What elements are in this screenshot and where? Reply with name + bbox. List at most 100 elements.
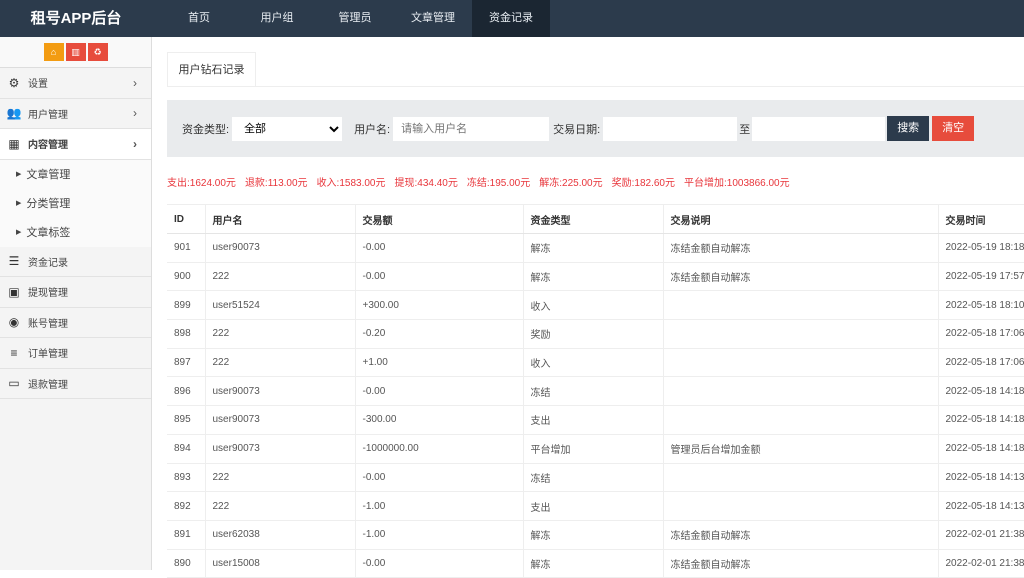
fund-type-select[interactable]: 全部 [232,116,343,141]
sidebar-item[interactable]: ⚙ 设置 › [0,68,151,99]
table-cell: -0.20 [354,319,523,349]
sidebar-item[interactable]: ▦ 内容管理 › [0,129,151,160]
column-header: 用户名 [204,204,355,234]
monitor-icon: ▭ [8,376,20,391]
caret-right-icon: ▶ [16,229,22,236]
list-icon: ☰ [8,254,20,269]
table-row: 894 user90073 -1000000.00 平台增加 管理员后台增加金额 2022… [167,434,1024,464]
table-cell [662,348,938,378]
date-end-input[interactable] [752,116,886,141]
table-cell: user62038 [204,520,355,550]
table-cell: 冻结金额自动解冻 [662,549,938,578]
sidebar-subitem[interactable]: ▶ 分类管理 [0,188,151,218]
table-cell: -1.00 [354,520,523,550]
table-row: 898 222 -0.20 奖励 2022-05-18 17:06 [167,319,1024,349]
nav-item[interactable]: 首页 [160,0,238,37]
clear-button[interactable]: 清空 [932,116,975,141]
summary-item: 奖励:182.60元 [611,178,675,189]
table-cell: -0.00 [354,549,523,578]
table-cell: 894 [167,434,205,464]
summary-item: 收入:1583.00元 [316,178,386,189]
top-bar: 租号APP后台 首页 用户组 管理员 文章管理 资金记录 [0,0,1024,37]
table-cell: 冻结 [522,376,663,407]
tab-user-diamond-records[interactable]: 用户钻石记录 [167,52,256,86]
sidebar-item[interactable]: ▭ 退款管理 [0,369,151,399]
table-cell: 899 [167,290,205,321]
table-cell: 解冻 [522,549,663,578]
table-cell: 管理员后台增加金额 [662,434,938,464]
table-row: 897 222 +1.00 收入 2022-05-18 17:06 [167,348,1024,378]
money-icon: ▣ [8,284,20,299]
table-cell: 支出 [522,491,663,521]
sidebar-item-label: 用户管理 [28,109,68,121]
table-cell: 896 [167,376,205,407]
sidebar-subitem[interactable]: ▶ 文章管理 [0,159,151,189]
nav-item[interactable]: 管理员 [316,0,394,37]
summary-item: 支出:1624.00元 [167,178,236,189]
table-row: 891 user62038 -1.00 解冻 冻结金额自动解冻 2022-02-01 21… [167,520,1024,550]
table-cell: 895 [167,405,205,435]
recycle-button[interactable]: ♻ [87,43,108,61]
table-cell: 222 [204,262,355,292]
records-table: ID 用户名 交易额 资金类型 交易说明 交易时间 901 user90073 -0.00 解冻… [167,204,1024,578]
column-header: 交易时间 [937,204,1024,234]
gamepad-icon: ◉ [8,315,20,330]
sidebar-subitem[interactable]: ▶ 文章标签 [0,217,151,247]
table-cell: 收入 [522,348,663,378]
chevron-right-icon: › [133,136,137,151]
table-cell: 891 [167,520,205,550]
table-cell: 冻结金额自动解冻 [662,233,938,263]
quick-buttons: ⌂ ▥ ♻ [0,37,151,68]
fund-summary: 支出:1624.00元 退款:113.00元 收入:1583.00元 提现:434.4… [167,174,799,189]
table-cell [662,376,938,407]
home-button[interactable]: ⌂ [43,43,64,61]
table-cell [662,491,938,521]
table-cell [662,405,938,435]
sidebar-item[interactable]: ◉ 账号管理 [0,308,151,338]
table-cell: 2022-05-18 18:10 [937,290,1024,321]
sidebar-item-label: 设置 [28,79,48,91]
table-cell: 890 [167,549,205,578]
sidebar-subitem-label: 分类管理 [26,198,71,210]
table-cell: user51524 [204,290,355,321]
search-button[interactable]: 搜索 [887,116,930,141]
table-cell: -0.00 [354,463,523,493]
sidebar-item[interactable]: ☰ 资金记录 [0,247,151,277]
table-cell: user90073 [204,434,355,464]
column-header: 交易额 [354,204,523,234]
sidebar-item[interactable]: ▣ 提现管理 [0,277,151,308]
nav-item[interactable]: 文章管理 [394,0,472,37]
sidebar-item[interactable]: 👥 用户管理 › [0,99,151,129]
nav-item[interactable]: 资金记录 [472,0,550,37]
nav-item[interactable]: 用户组 [238,0,316,37]
table-cell: 支出 [522,405,663,435]
trash-icon: ▥ [71,46,80,57]
table-cell: 2022-05-18 17:06 [937,348,1024,378]
trash-button[interactable]: ▥ [65,43,86,61]
app-title: 租号APP后台 [30,10,122,27]
username-label: 用户名: [354,123,391,136]
table-cell: user90073 [204,233,355,263]
table-cell: 2022-05-18 17:06 [937,319,1024,349]
table-cell: 收入 [522,290,663,321]
table-cell: 2022-05-18 14:13 [937,463,1024,493]
table-cell: user15008 [204,549,355,578]
top-nav: 首页 用户组 管理员 文章管理 资金记录 [160,0,550,37]
date-start-input[interactable] [603,116,738,141]
table-row: 901 user90073 -0.00 解冻 冻结金额自动解冻 2022-05-19 18… [167,233,1024,263]
table-cell: 222 [204,319,355,349]
table-cell: 冻结金额自动解冻 [662,262,938,292]
column-header: 交易说明 [662,204,938,234]
sidebar-item-label: 退款管理 [28,379,68,391]
table-cell: 222 [204,491,355,521]
users-icon: 👥 [6,106,22,121]
table-cell: 2022-05-18 14:18 [937,434,1024,464]
username-input[interactable] [393,116,550,141]
table-cell: -1000000.00 [354,434,523,464]
sidebar-item-label: 账号管理 [28,318,68,330]
caret-right-icon: ▶ [16,200,22,207]
column-header: ID [167,204,205,234]
table-cell: -0.00 [354,376,523,407]
table-cell: -300.00 [354,405,523,435]
sidebar-item[interactable]: ≡ 订单管理 [0,338,151,369]
